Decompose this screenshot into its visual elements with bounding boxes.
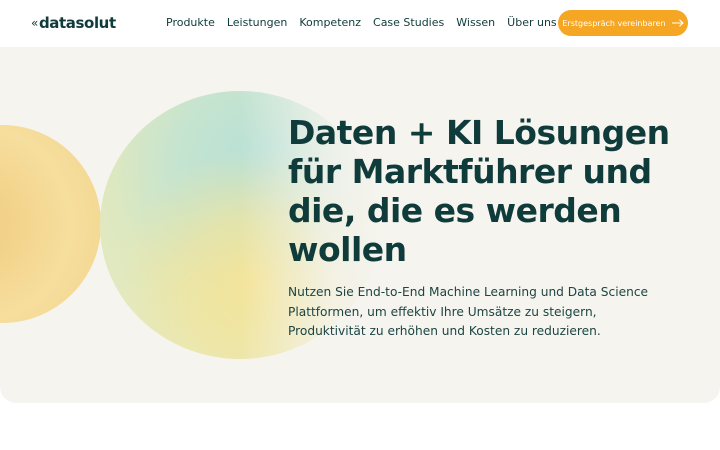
hero-title: Daten + KI Lösungen für Marktführer und … xyxy=(288,113,670,269)
main-nav: Produkte Leistungen Kompetenz Case Studi… xyxy=(166,16,557,29)
hero-section: Daten + KI Lösungen für Marktführer und … xyxy=(0,47,720,403)
arrow-right-icon xyxy=(671,19,684,27)
logo-mark: « xyxy=(31,16,38,30)
logo-text: datasolut xyxy=(38,14,116,32)
nav-item-kompetenz[interactable]: Kompetenz xyxy=(299,16,361,29)
nav-item-produkte[interactable]: Produkte xyxy=(166,16,215,29)
nav-item-wissen[interactable]: Wissen xyxy=(456,16,495,29)
decorative-gradient-circle-left xyxy=(0,125,101,323)
hero-subtitle: Nutzen Sie End-to-End Machine Learning u… xyxy=(288,285,649,338)
nav-item-leistungen[interactable]: Leistungen xyxy=(227,16,287,29)
nav-item-ueber-uns[interactable]: Über uns xyxy=(507,16,557,29)
cta-button[interactable]: Erstgespräch vereinbaren xyxy=(558,10,688,36)
logo[interactable]: « datasolut xyxy=(31,14,116,32)
site-header: « datasolut Produkte Leistungen Kompeten… xyxy=(0,0,720,47)
nav-item-case-studies[interactable]: Case Studies xyxy=(373,16,444,29)
cta-label: Erstgespräch vereinbaren xyxy=(562,18,666,28)
